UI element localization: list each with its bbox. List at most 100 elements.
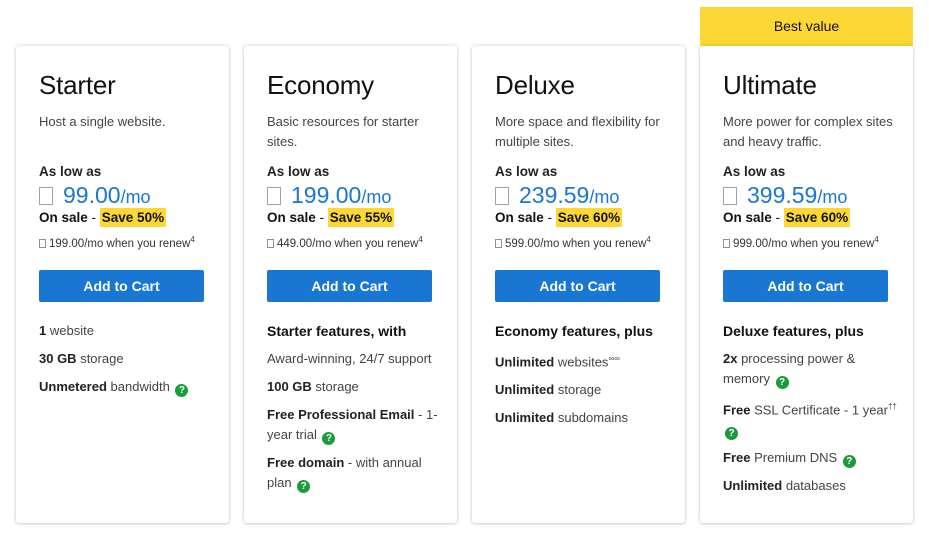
plan-name: Starter [39,70,116,100]
sale-line: On sale - Save 55% [267,208,395,227]
price-prefix: As low as [39,164,102,179]
feature-highlight: Free [723,450,751,466]
price-amount: 399.59 [747,182,818,208]
feature-item: Free SSL Certificate - 1 year†† ? [723,397,898,441]
feature-highlight: 100 GB [267,379,312,394]
renewal-price: 599.00/mo when you renew4 [495,235,651,250]
add-to-cart-button[interactable]: Add to Cart [267,270,432,302]
help-icon[interactable]: ? [842,455,856,469]
feature-highlight: Free domain [267,455,345,470]
feature-highlight: Unlimited [495,354,555,370]
sale-line: On sale - Save 60% [495,208,623,227]
sale-line: On sale - Save 50% [39,208,167,227]
best-value-ribbon: Best value [700,7,913,53]
sale-line: On sale - Save 60% [723,208,851,227]
help-icon[interactable]: ? [297,480,311,493]
price-amount: 199.00 [291,182,362,208]
feature-list: Economy features, plus Unlimited websites… [495,321,670,436]
renew-footnote: 4 [646,235,651,244]
currency-symbol-icon [39,238,46,248]
feature-list: 1 website 30 GB storage Unmetered bandwidt… [39,321,214,405]
plan-description: More space and flexibility for multiple … [495,114,660,149]
price-prefix: As low as [267,164,330,179]
currency-symbol-icon [495,238,502,248]
save-badge: Save 60% [555,208,623,227]
plan-name: Deluxe [495,70,575,100]
features-heading: Economy features, plus [495,323,653,339]
feature-text: SSL Certificate - 1 year [750,402,888,418]
renew-amount: 599.00 [505,237,541,250]
feature-highlight: Unlimited [723,478,783,494]
feature-text: databases [782,478,846,494]
plan-description: Basic resources for starter sites. [267,114,419,149]
plan-card-starter: Starter Host a single website. As low as… [16,46,229,523]
renew-text: /mo when you renew [768,237,875,250]
save-badge: Save 60% [783,208,851,227]
feature-text: Premium DNS [750,450,838,466]
plan-price: 399.59/mo [723,182,847,209]
renew-amount: 199.00 [49,237,85,250]
feature-text: subdomains [554,410,628,426]
feature-item: 30 GB storage [39,349,214,369]
feature-item: Unlimited databases [723,476,898,496]
plan-price: 239.59/mo [495,182,619,209]
plan-description: Host a single website. [39,114,166,129]
feature-highlight: Unmetered [39,379,107,394]
renew-text: /mo when you renew [312,237,419,250]
feature-item: Free domain - with annual plan ? [267,453,442,493]
feature-text: websites [554,354,609,370]
renew-amount: 449.00 [277,237,313,250]
help-icon[interactable]: ? [322,432,336,445]
renewal-price: 199.00/mo when you renew4 [39,235,195,250]
feature-text: Award-winning, 24/7 support [267,351,432,366]
feature-item: Award-winning, 24/7 support [267,349,442,369]
plan-card-deluxe: Deluxe More space and flexibility for mu… [472,46,685,523]
feature-highlight: Free Professional Email [267,407,415,422]
renew-footnote: 4 [418,235,423,244]
feature-footnote: †† [887,402,897,411]
help-icon[interactable]: ? [775,376,789,389]
price-amount: 99.00 [63,182,121,208]
add-to-cart-button[interactable]: Add to Cart [723,270,888,302]
feature-highlight: Free [723,402,751,418]
currency-symbol-icon [723,187,737,205]
feature-list: Deluxe features, plus 2x processing power… [723,321,898,504]
feature-item: 100 GB storage [267,377,442,397]
feature-text: storage [76,351,124,366]
price-prefix: As low as [495,164,558,179]
plan-price: 199.00/mo [267,182,391,209]
feature-text: website [46,323,94,338]
feature-text: bandwidth [106,379,170,394]
feature-highlight: 2x [723,351,738,366]
renew-footnote: 4 [190,235,195,244]
save-badge: Save 55% [327,208,395,227]
feature-highlight: Unlimited [495,382,555,398]
sale-label: On sale [267,210,316,225]
add-to-cart-button[interactable]: Add to Cart [39,270,204,302]
feature-highlight: Unlimited [495,410,555,426]
save-badge: Save 50% [99,208,167,227]
help-icon[interactable]: ? [725,427,738,441]
sale-separator: - [771,210,784,225]
feature-text: processing power & memory [723,351,856,386]
features-heading: Deluxe features, plus [723,323,864,339]
feature-item: Unlimited storage [495,380,670,400]
feature-footnote: ∞∞ [608,354,620,363]
feature-item: 2x processing power & memory ? [723,349,898,389]
add-to-cart-button[interactable]: Add to Cart [495,270,660,302]
sale-separator: - [543,210,556,225]
plan-price: 99.00/mo [39,182,151,209]
price-unit: /mo [120,187,151,207]
feature-item: Unmetered bandwidth ? [39,377,214,397]
renewal-price: 999.00/mo when you renew4 [723,235,879,250]
renew-amount: 999.00 [733,237,769,250]
feature-item: Free Premium DNS ? [723,448,898,469]
help-icon[interactable]: ? [175,384,189,397]
currency-symbol-icon [267,238,274,248]
renew-text: /mo when you renew [84,237,191,250]
feature-item: Free Professional Email - 1-year trial ? [267,405,442,445]
renew-text: /mo when you renew [540,237,647,250]
sale-label: On sale [723,210,772,225]
currency-symbol-icon [495,187,509,205]
feature-text: storage [311,379,359,394]
